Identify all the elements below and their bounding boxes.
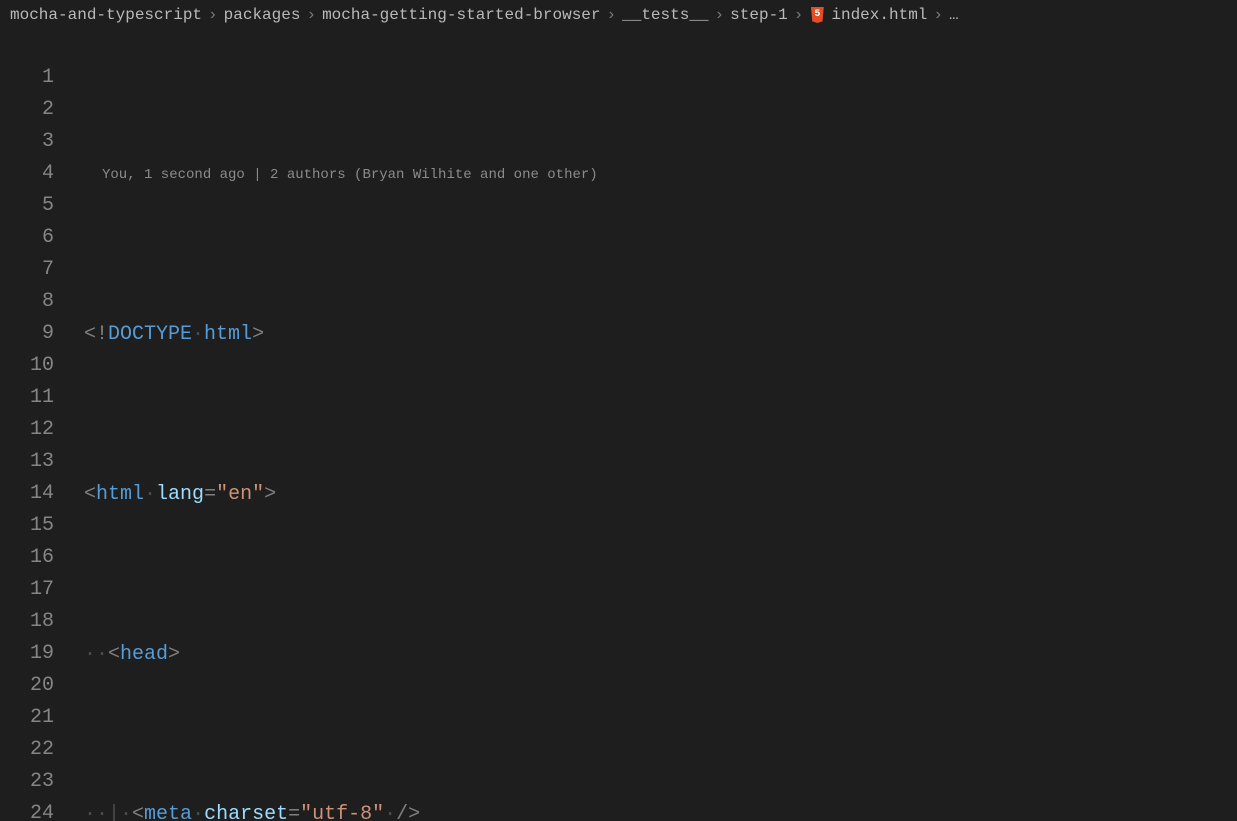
line-number: 17 bbox=[0, 574, 54, 606]
line-number: 24 bbox=[0, 798, 54, 821]
crumb-tests[interactable]: __tests__ bbox=[622, 6, 708, 24]
crumb-step[interactable]: step-1 bbox=[730, 6, 788, 24]
line-number: 21 bbox=[0, 702, 54, 734]
crumb-pkg[interactable]: mocha-getting-started-browser bbox=[322, 6, 600, 24]
line-number: 12 bbox=[0, 414, 54, 446]
line-number: 11 bbox=[0, 382, 54, 414]
line-number: 15 bbox=[0, 510, 54, 542]
crumb-sep: › bbox=[933, 6, 943, 24]
code-editor[interactable]: 1 2 3 4 5 6 7 8 9 10 11 12 13 14 15 16 1… bbox=[0, 30, 1237, 821]
crumb-file[interactable]: index.html bbox=[831, 6, 927, 24]
line-number: 3 bbox=[0, 126, 54, 158]
crumb-sep: › bbox=[306, 6, 316, 24]
line-number: 4 bbox=[0, 158, 54, 190]
line-number: 9 bbox=[0, 318, 54, 350]
crumb-more[interactable]: … bbox=[949, 6, 959, 24]
code-line[interactable]: <!DOCTYPE·html> bbox=[84, 319, 1237, 351]
line-number: 14 bbox=[0, 478, 54, 510]
crumb-packages[interactable]: packages bbox=[224, 6, 301, 24]
code-line[interactable]: <html·lang="en"> bbox=[84, 479, 1237, 511]
crumb-sep: › bbox=[208, 6, 218, 24]
code-line[interactable]: ··<head> bbox=[84, 639, 1237, 671]
line-number: 20 bbox=[0, 670, 54, 702]
line-number: 1 bbox=[0, 62, 54, 94]
crumb-root[interactable]: mocha-and-typescript bbox=[10, 6, 202, 24]
line-number: 7 bbox=[0, 254, 54, 286]
line-number-gutter: 1 2 3 4 5 6 7 8 9 10 11 12 13 14 15 16 1… bbox=[0, 30, 78, 821]
line-number: 23 bbox=[0, 766, 54, 798]
line-number: 18 bbox=[0, 606, 54, 638]
code-area[interactable]: You, 1 second ago | 2 authors (Bryan Wil… bbox=[78, 30, 1237, 821]
line-number: 2 bbox=[0, 94, 54, 126]
line-number: 13 bbox=[0, 446, 54, 478]
line-number: 5 bbox=[0, 190, 54, 222]
html5-icon bbox=[809, 7, 825, 23]
line-number: 10 bbox=[0, 350, 54, 382]
line-number: 22 bbox=[0, 734, 54, 766]
line-number: 8 bbox=[0, 286, 54, 318]
crumb-sep: › bbox=[794, 6, 804, 24]
code-line[interactable]: ··|·<meta·charset="utf-8"·/> bbox=[84, 799, 1237, 821]
line-number: 6 bbox=[0, 222, 54, 254]
breadcrumb[interactable]: mocha-and-typescript › packages › mocha-… bbox=[0, 0, 1237, 30]
git-blame-codelens[interactable]: You, 1 second ago | 2 authors (Bryan Wil… bbox=[84, 158, 1237, 191]
line-number: 19 bbox=[0, 638, 54, 670]
line-number: 16 bbox=[0, 542, 54, 574]
crumb-sep: › bbox=[607, 6, 617, 24]
crumb-sep: › bbox=[715, 6, 725, 24]
